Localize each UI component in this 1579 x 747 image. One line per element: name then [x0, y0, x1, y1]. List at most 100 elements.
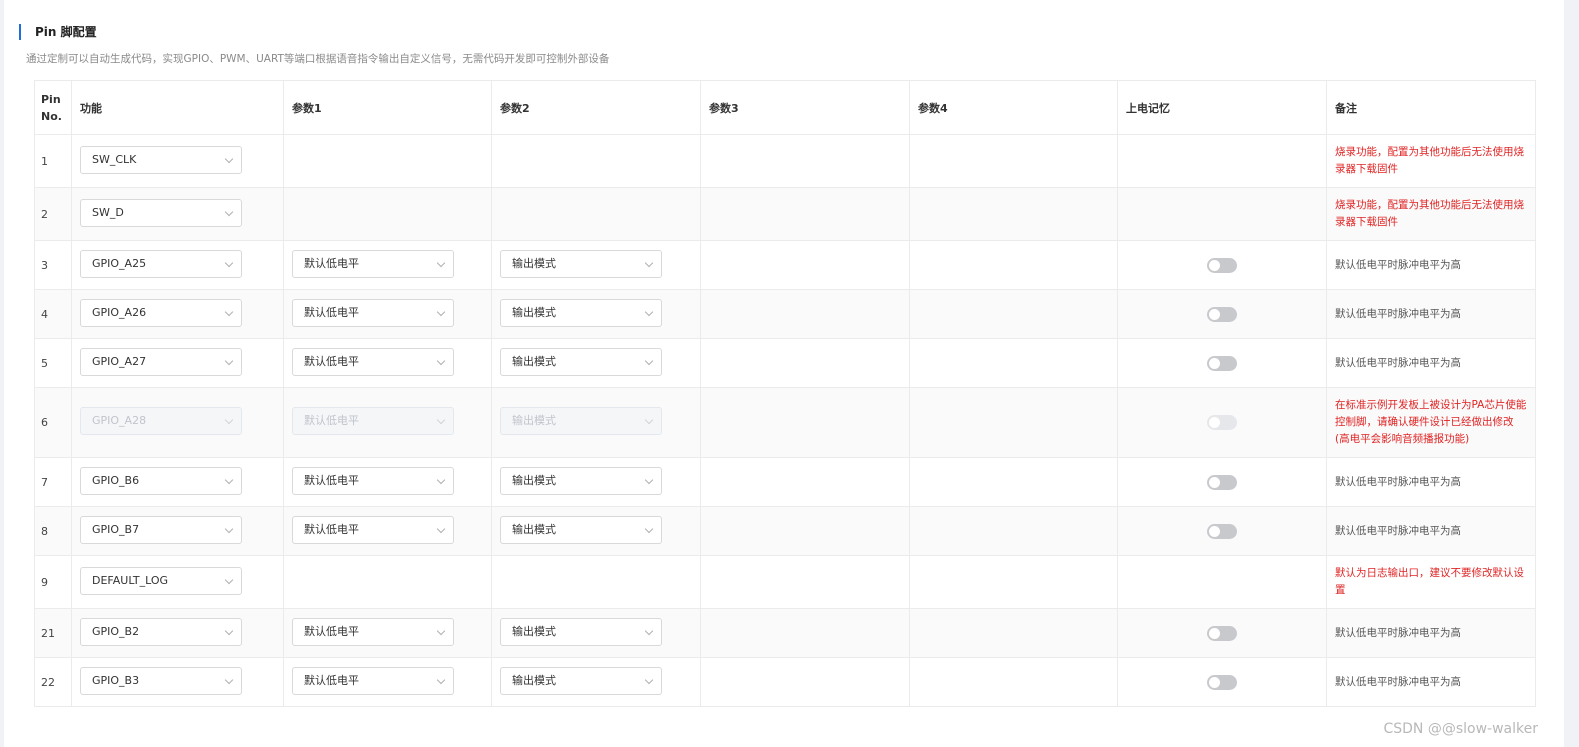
power-memory-cell	[1117, 134, 1327, 188]
table-row: 6 GPIO_A28 默认低电平 输出模式 在标准示例开发板上被设计为PA芯片使能控制脚…	[34, 387, 1536, 458]
param1-cell: 默认低电平	[283, 657, 492, 707]
param2-select-value: 输出模式	[512, 414, 556, 427]
function-cell: GPIO_A27	[71, 338, 284, 388]
param1-cell: 默认低电平	[283, 289, 492, 339]
param2-cell: 输出模式	[491, 608, 701, 658]
param2-select[interactable]: 输出模式	[500, 666, 662, 695]
param2-cell: 输出模式	[491, 338, 701, 388]
param2-cell: 输出模式	[491, 506, 701, 556]
note-text: 烧录功能，配置为其他功能后无法使用烧录器下载固件	[1335, 199, 1524, 228]
table-row: 3 GPIO_A25 默认低电平 输出模式 默认低电平时脉冲电平为高	[34, 240, 1536, 290]
header-pin-no: Pin No.	[34, 80, 72, 135]
param2-select[interactable]: 输出模式	[500, 617, 662, 646]
param2-select[interactable]: 输出模式	[500, 249, 662, 278]
param1-select-value: 默认低电平	[304, 624, 359, 638]
param3-cell	[700, 289, 910, 339]
function-select-value: DEFAULT_LOG	[92, 573, 169, 587]
power-memory-toggle[interactable]	[1207, 306, 1237, 322]
param1-select-value: 默认低电平	[304, 305, 359, 319]
param2-cell: 输出模式	[491, 240, 701, 290]
chevron-down-icon	[224, 207, 234, 216]
param2-select[interactable]: 输出模式	[500, 298, 662, 327]
param3-cell	[700, 134, 910, 188]
function-select[interactable]: DEFAULT_LOG	[80, 566, 242, 595]
power-memory-cell	[1117, 338, 1327, 388]
toggle-knob	[1209, 476, 1220, 488]
param4-cell	[909, 657, 1118, 707]
param1-select[interactable]: 默认低电平	[292, 515, 454, 544]
param1-select[interactable]: 默认低电平	[292, 298, 454, 327]
param4-cell	[909, 555, 1118, 609]
note-text: 默认低电平时脉冲电平为高	[1335, 356, 1461, 369]
function-select[interactable]: GPIO_B2	[80, 617, 242, 646]
power-memory-cell	[1117, 240, 1327, 290]
power-memory-toggle[interactable]	[1207, 355, 1237, 371]
param2-cell: 输出模式	[491, 289, 701, 339]
note-text: 默认低电平时脉冲电平为高	[1335, 524, 1461, 537]
param1-select[interactable]: 默认低电平	[292, 347, 454, 376]
function-select-value: GPIO_A26	[92, 305, 147, 319]
chevron-down-icon	[436, 524, 446, 533]
function-select[interactable]: GPIO_B7	[80, 515, 242, 544]
function-select[interactable]: GPIO_A25	[80, 249, 242, 278]
param3-cell	[700, 506, 910, 556]
function-select-value: GPIO_A27	[92, 354, 147, 368]
param1-select: 默认低电平	[292, 407, 454, 435]
function-select[interactable]: GPIO_A26	[80, 298, 242, 327]
header-power-memory: 上电记忆	[1117, 80, 1327, 135]
power-memory-toggle[interactable]	[1207, 674, 1237, 690]
param1-cell	[283, 187, 492, 241]
function-select[interactable]: SW_CLK	[80, 145, 242, 174]
chevron-down-icon	[644, 307, 654, 316]
param1-select[interactable]: 默认低电平	[292, 466, 454, 495]
function-select[interactable]: GPIO_B3	[80, 666, 242, 695]
param1-cell: 默认低电平	[283, 240, 492, 290]
param4-cell	[909, 134, 1118, 188]
param3-cell	[700, 555, 910, 609]
param3-cell	[700, 608, 910, 658]
chevron-down-icon	[224, 258, 234, 267]
function-select[interactable]: GPIO_A27	[80, 347, 242, 376]
function-select[interactable]: GPIO_B6	[80, 466, 242, 495]
power-memory-cell	[1117, 608, 1327, 658]
power-memory-toggle[interactable]	[1207, 257, 1237, 273]
pin-number-cell: 21	[34, 608, 72, 658]
note-cell: 默认低电平时脉冲电平为高	[1326, 657, 1536, 707]
param1-select[interactable]: 默认低电平	[292, 249, 454, 278]
note-cell: 烧录功能，配置为其他功能后无法使用烧录器下载固件	[1326, 187, 1536, 241]
toggle-knob	[1209, 525, 1220, 537]
function-cell: GPIO_B6	[71, 457, 284, 507]
power-memory-toggle[interactable]	[1207, 625, 1237, 641]
table-row: 4 GPIO_A26 默认低电平 输出模式 默认低电平时脉冲电平为高	[34, 289, 1536, 339]
table-body: 1 SW_CLK 烧录功能，配置为其他功能后无法使用烧录器下载固件 2 SW_D 烧录功能…	[34, 134, 1536, 707]
chevron-down-icon	[436, 258, 446, 267]
param3-cell	[700, 457, 910, 507]
note-cell: 默认低电平时脉冲电平为高	[1326, 338, 1536, 388]
note-cell: 默认为日志输出口，建议不要修改默认设置	[1326, 555, 1536, 609]
table-row: 7 GPIO_B6 默认低电平 输出模式 默认低电平时脉冲电平为高	[34, 457, 1536, 507]
power-memory-toggle	[1207, 415, 1237, 430]
param2-select[interactable]: 输出模式	[500, 466, 662, 495]
param1-select[interactable]: 默认低电平	[292, 617, 454, 646]
power-memory-cell	[1117, 555, 1327, 609]
pin-number-cell: 2	[34, 187, 72, 241]
param2-select[interactable]: 输出模式	[500, 515, 662, 544]
note-text: 默认低电平时脉冲电平为高	[1335, 258, 1461, 271]
function-select-value: SW_CLK	[92, 152, 137, 166]
toggle-knob	[1209, 357, 1220, 369]
header-note: 备注	[1326, 80, 1536, 135]
power-memory-toggle[interactable]	[1207, 474, 1237, 490]
param1-select[interactable]: 默认低电平	[292, 666, 454, 695]
param2-select[interactable]: 输出模式	[500, 347, 662, 376]
param1-cell	[283, 134, 492, 188]
note-cell: 默认低电平时脉冲电平为高	[1326, 289, 1536, 339]
pin-number-cell: 22	[34, 657, 72, 707]
note-cell: 默认低电平时脉冲电平为高	[1326, 506, 1536, 556]
param1-cell: 默认低电平	[283, 506, 492, 556]
function-select[interactable]: SW_D	[80, 198, 242, 227]
function-cell: GPIO_B3	[71, 657, 284, 707]
function-select-value: SW_D	[92, 205, 124, 219]
param1-cell: 默认低电平	[283, 457, 492, 507]
chevron-down-icon	[224, 475, 234, 484]
power-memory-toggle[interactable]	[1207, 523, 1237, 539]
